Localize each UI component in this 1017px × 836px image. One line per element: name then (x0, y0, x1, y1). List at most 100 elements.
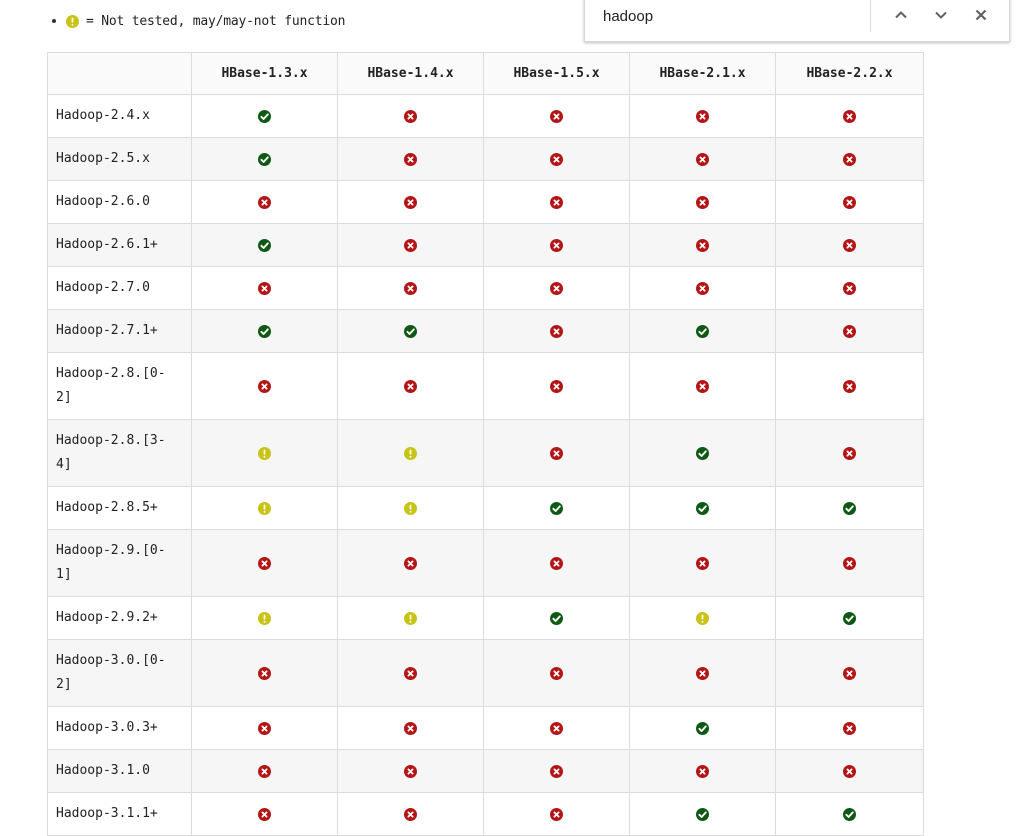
table-row: Hadoop-3.0.[0-2] (47, 639, 924, 707)
status-cell (483, 792, 630, 836)
check-circle-icon (550, 501, 563, 515)
status-cell (483, 706, 630, 750)
x-circle-icon (550, 109, 563, 123)
check-circle-icon (843, 807, 856, 821)
check-circle-icon (696, 501, 709, 515)
row-label: Hadoop-3.0.3+ (47, 706, 192, 750)
check-circle-icon (696, 324, 709, 338)
table-row: Hadoop-2.8.[3-4] (47, 419, 924, 487)
status-cell (337, 706, 484, 750)
status-cell (775, 137, 924, 181)
status-cell (483, 486, 630, 530)
find-divider (870, 0, 871, 32)
status-cell (337, 749, 484, 793)
status-cell (191, 352, 338, 420)
status-cell (483, 94, 630, 138)
row-label: Hadoop-2.8.[0-2] (47, 352, 192, 420)
x-circle-icon (258, 721, 271, 735)
x-circle-icon (404, 238, 417, 252)
status-cell (775, 223, 924, 267)
x-circle-icon (258, 379, 271, 393)
status-cell (337, 596, 484, 640)
find-input[interactable] (603, 4, 863, 28)
status-cell (629, 792, 776, 836)
x-circle-icon (696, 109, 709, 123)
status-cell (483, 529, 630, 597)
table-header-row: HBase-1.3.x HBase-1.4.x HBase-1.5.x HBas… (47, 52, 924, 95)
status-cell (483, 639, 630, 707)
status-cell (629, 419, 776, 487)
x-circle-icon (696, 764, 709, 778)
x-circle-icon (843, 195, 856, 209)
find-close-button[interactable] (966, 0, 996, 30)
status-cell (483, 309, 630, 353)
row-label: Hadoop-2.8.[3-4] (47, 419, 192, 487)
status-cell (629, 266, 776, 310)
row-label: Hadoop-2.4.x (47, 94, 192, 138)
x-circle-icon (696, 666, 709, 680)
status-cell (775, 419, 924, 487)
x-circle-icon (550, 764, 563, 778)
x-circle-icon (696, 556, 709, 570)
status-cell (629, 137, 776, 181)
status-cell (629, 180, 776, 224)
status-cell (629, 706, 776, 750)
warning-icon (66, 14, 79, 28)
status-cell (775, 749, 924, 793)
find-next-button[interactable] (926, 0, 956, 30)
status-cell (191, 792, 338, 836)
status-cell (191, 596, 338, 640)
check-circle-icon (258, 109, 271, 123)
x-circle-icon (696, 238, 709, 252)
x-circle-icon (550, 152, 563, 166)
x-circle-icon (550, 238, 563, 252)
status-cell (629, 94, 776, 138)
status-cell (629, 309, 776, 353)
row-label: Hadoop-2.6.1+ (47, 223, 192, 267)
status-cell (191, 529, 338, 597)
x-circle-icon (404, 721, 417, 735)
bullet (52, 19, 56, 23)
table-row: Hadoop-3.1.0 (47, 749, 924, 793)
warning-icon (258, 611, 271, 625)
x-circle-icon (843, 109, 856, 123)
status-cell (337, 486, 484, 530)
x-circle-icon (550, 807, 563, 821)
warning-icon (258, 501, 271, 515)
status-cell (337, 352, 484, 420)
table-body: Hadoop-2.4.x Hadoop-2.5.x Hadoop-2.6.0 Hado… (47, 94, 924, 836)
x-circle-icon (258, 764, 271, 778)
status-cell (483, 266, 630, 310)
chevron-up-icon (895, 11, 907, 19)
status-cell (337, 94, 484, 138)
table-row: Hadoop-2.8.5+ (47, 486, 924, 530)
table-row: Hadoop-2.9.[0-1] (47, 529, 924, 597)
row-label: Hadoop-2.8.5+ (47, 486, 192, 530)
find-previous-button[interactable] (886, 0, 916, 30)
status-cell (337, 223, 484, 267)
x-circle-icon (404, 152, 417, 166)
status-cell (191, 749, 338, 793)
status-cell (191, 137, 338, 181)
row-label: Hadoop-3.1.0 (47, 749, 192, 793)
table-row: Hadoop-2.7.0 (47, 266, 924, 310)
column-header: HBase-1.3.x (191, 52, 338, 95)
x-circle-icon (843, 446, 856, 460)
x-circle-icon (843, 281, 856, 295)
x-circle-icon (843, 721, 856, 735)
status-cell (775, 792, 924, 836)
status-cell (483, 137, 630, 181)
status-cell (337, 180, 484, 224)
warning-icon (404, 501, 417, 515)
status-cell (483, 223, 630, 267)
row-label: Hadoop-2.9.[0-1] (47, 529, 192, 597)
status-cell (191, 639, 338, 707)
table-row: Hadoop-2.6.1+ (47, 223, 924, 267)
x-circle-icon (843, 324, 856, 338)
warning-icon (696, 611, 709, 625)
status-cell (191, 180, 338, 224)
x-circle-icon (696, 152, 709, 166)
status-cell (629, 749, 776, 793)
check-circle-icon (258, 324, 271, 338)
row-label: Hadoop-2.7.1+ (47, 309, 192, 353)
